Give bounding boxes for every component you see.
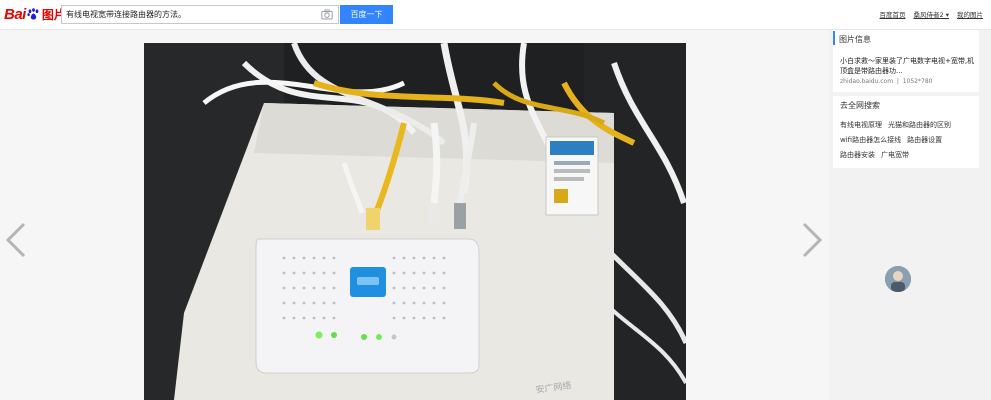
related-search-title: 去全网搜索 — [840, 101, 880, 110]
top-bar: Bai 图片 百度一下 百度首页 桑风侍者2 ▾ 我的图片 — [0, 0, 991, 30]
right-sidebar: 图片信息 小白求救～家里装了广电数字电视+宽带,机顶盒是带路由器功... zhi… — [829, 30, 991, 400]
chevron-left-icon[interactable] — [4, 220, 28, 260]
related-tags: 有线电视原理 光猫和路由器的区别 wifi路由器怎么接线 路由器设置 路由器安装 广电… — [840, 118, 980, 163]
image-info-card: 图片信息 小白求救～家里装了广电数字电视+宽带,机顶盒是带路由器功... zhi… — [833, 30, 979, 92]
related-tag[interactable]: 广电宽带 — [881, 151, 909, 159]
camera-icon[interactable] — [321, 9, 333, 20]
image-info-title: 图片信息 — [839, 35, 871, 44]
logo-bai-text: Bai — [4, 5, 26, 23]
card-accent-bar — [833, 31, 835, 45]
search-box — [61, 5, 339, 24]
related-tag[interactable]: 路由器安装 — [840, 151, 875, 159]
top-links: 百度首页 桑风侍者2 ▾ 我的图片 — [880, 9, 983, 19]
related-tag[interactable]: wifi路由器怎么接线 — [840, 136, 901, 144]
source-separator: | — [894, 78, 903, 85]
avatar-image — [885, 266, 911, 292]
baidu-image-logo[interactable]: Bai 图片 — [4, 5, 66, 23]
search-input[interactable] — [66, 7, 316, 22]
related-tag[interactable]: 光猫和路由器的区别 — [888, 121, 951, 129]
avatar[interactable] — [885, 266, 911, 292]
related-tag[interactable]: 有线电视原理 — [840, 121, 882, 129]
main-photo[interactable]: 安广网络 — [144, 43, 686, 400]
search-button[interactable]: 百度一下 — [340, 5, 393, 24]
link-baidu-home[interactable]: 百度首页 — [880, 9, 906, 19]
image-info-description[interactable]: 小白求救～家里装了广电数字电视+宽带,机顶盒是带路由器功... — [840, 56, 976, 76]
image-dimensions: 1052*780 — [902, 78, 933, 85]
related-search-card: 去全网搜索 有线电视原理 光猫和路由器的区别 wifi路由器怎么接线 路由器设置 路… — [833, 96, 979, 168]
image-info-source: zhidao.baidu.com | 1052*780 — [840, 78, 932, 85]
paw-icon — [27, 7, 39, 19]
image-viewer: 安广网络 — [0, 30, 829, 400]
chevron-right-icon[interactable] — [800, 220, 824, 260]
router-photo-illustration: 安广网络 — [144, 43, 686, 400]
related-tag[interactable]: 路由器设置 — [907, 136, 942, 144]
source-domain[interactable]: zhidao.baidu.com — [840, 78, 893, 85]
link-user-menu[interactable]: 桑风侍者2 ▾ — [914, 9, 949, 19]
link-my-images[interactable]: 我的图片 — [957, 9, 983, 19]
